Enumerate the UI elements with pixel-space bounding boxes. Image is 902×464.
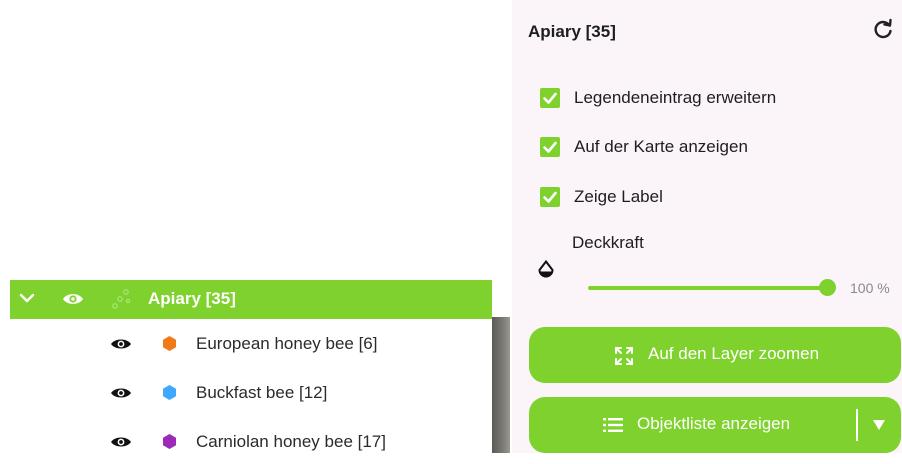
layer-tree: Apiary [35] European honey bee [6] Buckf… <box>0 262 492 453</box>
layer-group-row[interactable]: Apiary [35] <box>10 280 492 319</box>
checkbox-label[interactable]: Zeige Label <box>574 187 663 207</box>
visibility-eye-icon[interactable] <box>62 291 84 307</box>
visibility-eye-icon[interactable] <box>110 386 132 400</box>
object-list-button[interactable]: Objektliste anzeigen <box>529 397 901 453</box>
chevron-down-icon[interactable] <box>18 289 36 307</box>
checkbox-checked[interactable] <box>540 137 560 157</box>
checkbox-label[interactable]: Legendeneintrag erweitern <box>574 88 776 108</box>
sublayer-label: Carniolan honey bee [17] <box>196 432 386 451</box>
checkbox-checked[interactable] <box>540 187 560 207</box>
layer-settings-panel: Apiary [35] Legendeneintrag erweitern Au… <box>512 0 902 453</box>
checkbox-label[interactable]: Auf der Karte anzeigen <box>574 137 748 157</box>
checkmark-icon <box>543 191 557 203</box>
opacity-drop-icon <box>538 260 554 278</box>
map-background <box>492 317 510 453</box>
list-icon <box>603 418 623 432</box>
sublayer-row[interactable]: Carniolan honey bee [17] <box>10 420 492 464</box>
object-list-button-label[interactable]: Objektliste anzeigen <box>637 414 790 434</box>
dropdown-caret-icon[interactable] <box>872 418 886 432</box>
sublayer-row[interactable]: Buckfast bee [12] <box>10 371 492 415</box>
point-layer-icon <box>112 289 131 309</box>
opacity-label: Deckkraft <box>572 233 644 252</box>
hexagon-symbol-icon <box>163 434 176 449</box>
checkmark-icon <box>543 92 557 104</box>
zoom-to-layer-button[interactable]: Auf den Layer zoomen <box>529 327 901 383</box>
opacity-slider-thumb[interactable] <box>819 279 836 296</box>
sublayer-row[interactable]: European honey bee [6] <box>10 322 492 366</box>
visibility-eye-icon[interactable] <box>110 337 132 351</box>
visibility-eye-icon[interactable] <box>110 435 132 449</box>
hexagon-symbol-icon <box>163 336 176 351</box>
button-divider <box>856 409 858 441</box>
sublayer-label: Buckfast bee [12] <box>196 383 328 402</box>
checkbox-checked[interactable] <box>540 88 560 108</box>
hexagon-symbol-icon <box>163 385 176 400</box>
sublayer-label: European honey bee [6] <box>196 334 378 353</box>
refresh-icon[interactable] <box>872 18 894 40</box>
panel-title: Apiary [35] <box>528 22 616 41</box>
expand-icon <box>615 347 633 365</box>
opacity-slider-track[interactable] <box>588 286 829 290</box>
opacity-value: 100 % <box>850 280 890 296</box>
checkmark-icon <box>543 141 557 153</box>
layer-group-title[interactable]: Apiary [35] <box>148 289 236 309</box>
zoom-button-label[interactable]: Auf den Layer zoomen <box>648 344 819 364</box>
